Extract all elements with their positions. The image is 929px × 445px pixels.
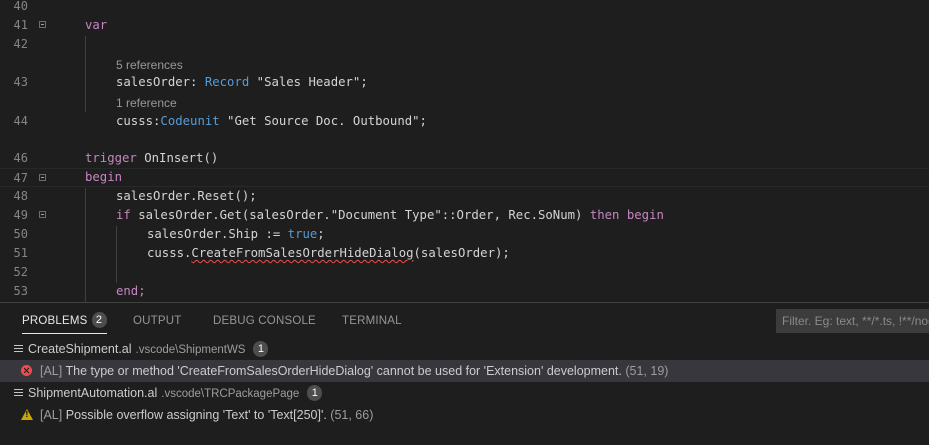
- code-line: 48 salesOrder.Reset();: [0, 187, 929, 206]
- problem-file-count: 1: [307, 384, 323, 401]
- tab-output[interactable]: OUTPUT: [133, 303, 181, 339]
- fold-toggle-icon[interactable]: [39, 174, 46, 181]
- code-text: cusss.CreateFromSalesOrderHideDialog(sal…: [147, 246, 510, 260]
- code-text: salesOrder.Reset();: [116, 189, 257, 203]
- file-lines-icon: [14, 345, 23, 353]
- file-lines-icon: [14, 389, 23, 397]
- line-number: 43: [13, 75, 28, 89]
- line-number: 48: [13, 189, 28, 203]
- line-number: 52: [13, 265, 28, 279]
- code-line: 52: [0, 263, 929, 282]
- tab-debug-console[interactable]: DEBUG CONSOLE: [213, 303, 316, 339]
- code-text: var: [85, 18, 108, 32]
- line-number: 42: [13, 37, 28, 51]
- code-line: 41 var: [0, 16, 929, 35]
- tab-terminal[interactable]: TERMINAL: [342, 303, 402, 339]
- code-editor[interactable]: 40 41 var 42 5 references 43 salesOrder:…: [0, 0, 929, 302]
- problem-position: (51, 66): [330, 408, 374, 422]
- line-number: 53: [13, 284, 28, 298]
- code-text: end;: [116, 284, 146, 298]
- problem-item-error[interactable]: [AL] The type or method 'CreateFromSales…: [0, 360, 929, 382]
- line-number: 41: [13, 18, 28, 32]
- code-line: 46 trigger OnInsert(): [0, 149, 929, 168]
- line-number: 47: [13, 171, 28, 185]
- line-number: 44: [13, 114, 28, 128]
- problem-file-group[interactable]: ShipmentAutomation.al .vscode\TRCPackageP…: [0, 382, 929, 404]
- problem-file-path: .vscode\ShipmentWS: [135, 344, 246, 356]
- problem-source: [AL]: [40, 364, 63, 378]
- codelens-row: 1 reference: [0, 95, 929, 112]
- problem-file-count: 1: [253, 340, 269, 357]
- code-text: salesOrder: Record "Sales Header";: [116, 75, 368, 89]
- code-line: 49 if salesOrder.Get(salesOrder."Documen…: [0, 206, 929, 225]
- codelens-row: 5 references: [0, 57, 929, 74]
- code-line: 42: [0, 35, 929, 54]
- problems-count-badge: 2: [91, 311, 107, 328]
- code-line-current: 47 begin: [0, 168, 929, 187]
- code-text: trigger OnInsert(): [85, 151, 219, 165]
- line-number: 49: [13, 208, 28, 222]
- problem-file-group[interactable]: CreateShipment.al .vscode\ShipmentWS 1: [0, 338, 929, 360]
- problem-item-warning[interactable]: [AL] Possible overflow assigning 'Text' …: [0, 404, 929, 426]
- problem-file-name: CreateShipment.al: [28, 342, 132, 356]
- panel-tabs: PROBLEMS 2 OUTPUT DEBUG CONSOLE TERMINAL: [0, 303, 929, 339]
- problem-position: (51, 19): [625, 364, 669, 378]
- error-squiggle[interactable]: CreateFromSalesOrderHideDialog: [191, 246, 413, 260]
- line-number: 50: [13, 227, 28, 241]
- error-icon: [21, 365, 32, 376]
- code-line: 43 salesOrder: Record "Sales Header";: [0, 73, 929, 92]
- problems-filter-input[interactable]: [776, 309, 929, 333]
- problem-source: [AL]: [40, 408, 63, 422]
- fold-toggle-icon[interactable]: [39, 211, 46, 218]
- code-line: 53 end;: [0, 282, 929, 301]
- code-line: 40: [0, 0, 929, 16]
- code-text: if salesOrder.Get(salesOrder."Document T…: [116, 208, 664, 222]
- line-number: 46: [13, 151, 28, 165]
- code-line: 51 cusss.CreateFromSalesOrderHideDialog(…: [0, 244, 929, 263]
- problem-message: The type or method 'CreateFromSalesOrder…: [65, 364, 622, 378]
- tab-problems[interactable]: PROBLEMS 2: [22, 303, 107, 339]
- bottom-panel: PROBLEMS 2 OUTPUT DEBUG CONSOLE TERMINAL …: [0, 302, 929, 445]
- fold-toggle-icon[interactable]: [39, 21, 46, 28]
- codelens-references[interactable]: 1 reference: [116, 95, 177, 112]
- line-number: 40: [13, 0, 28, 13]
- code-text: begin: [85, 170, 123, 184]
- warning-icon: [21, 409, 33, 420]
- problem-message: Possible overflow assigning 'Text' to 'T…: [65, 408, 327, 422]
- code-line: 44 cusss:Codeunit "Get Source Doc. Outbo…: [0, 112, 929, 131]
- code-text: salesOrder.Ship := true;: [147, 227, 325, 241]
- problem-file-path: .vscode\TRCPackagePage: [161, 388, 300, 400]
- line-number: 51: [13, 246, 28, 260]
- code-text: cusss:Codeunit "Get Source Doc. Outbound…: [116, 114, 427, 128]
- code-line: 50 salesOrder.Ship := true;: [0, 225, 929, 244]
- codelens-references[interactable]: 5 references: [116, 57, 183, 74]
- problem-file-name: ShipmentAutomation.al: [28, 386, 158, 400]
